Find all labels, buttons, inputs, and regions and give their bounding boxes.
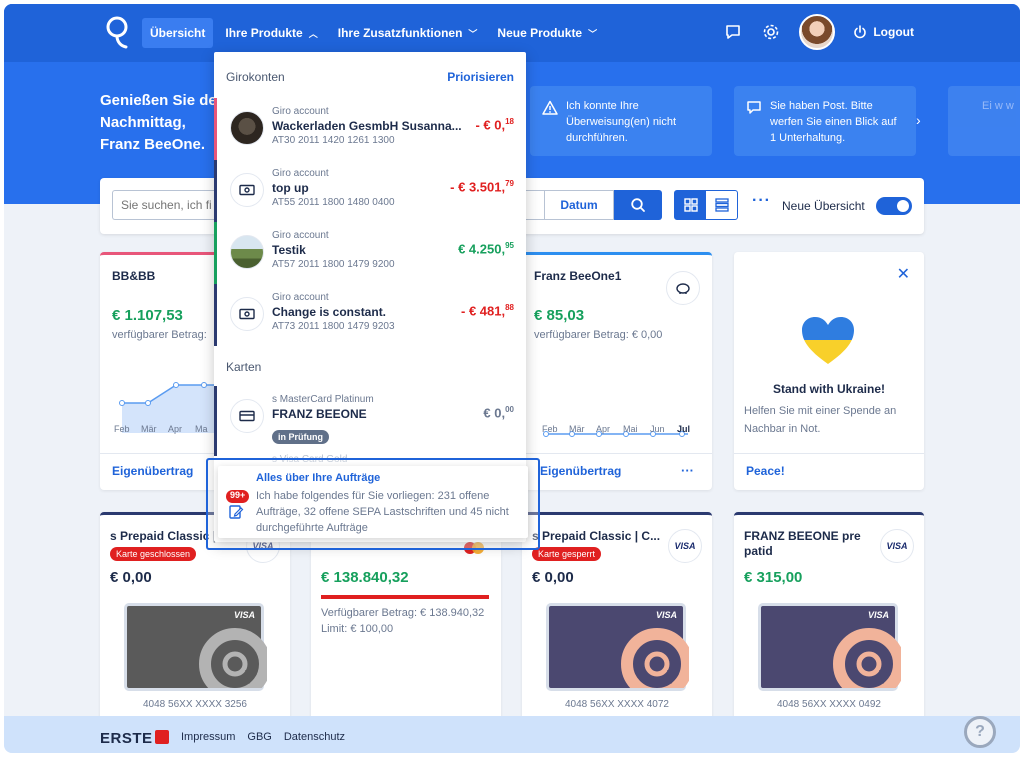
search-icon: [631, 198, 645, 212]
chat-icon: [747, 101, 761, 114]
credit-card-icon: [230, 399, 264, 433]
account-avatar: [230, 235, 264, 269]
account-item[interactable]: Giro account top up AT55 2011 1800 1480 …: [214, 160, 526, 222]
footer-link-gbg[interactable]: GBG: [247, 731, 271, 743]
grid-view-button[interactable]: [675, 191, 706, 219]
card-image: VISA: [124, 603, 267, 691]
chevron-up-icon: ︿: [308, 28, 318, 39]
main-nav: Übersicht Ihre Produkte ︿ Ihre Zusatzfunk…: [142, 18, 605, 48]
grid-icon: [683, 198, 698, 212]
notice-mail[interactable]: Sie haben Post. Bitte werfen Sie einen B…: [734, 86, 916, 156]
piggy-bank-icon: [666, 271, 700, 305]
footer: ERSTE Impressum GBG Datenschutz ?: [4, 716, 1020, 753]
chart-months: Feb Mär Apr Ma: [114, 424, 208, 434]
status-badge: in Prüfung: [272, 430, 329, 444]
footer-link-privacy[interactable]: Datenschutz: [284, 731, 345, 743]
peace-link[interactable]: Peace!: [746, 464, 785, 478]
transfer-link[interactable]: Eigenübertrag: [540, 464, 621, 478]
greeting: Genießen Sie de Nachmittag, Franz BeeOne…: [100, 92, 217, 153]
notice-transfer-failed[interactable]: Ich konnte Ihre Überweisung(en) nicht du…: [530, 86, 712, 156]
power-icon: [854, 25, 867, 39]
date-filter-button[interactable]: Datum: [544, 190, 614, 220]
top-right-actions: Logout: [723, 14, 914, 50]
list-icon: [714, 198, 729, 212]
status-badge: Karte gesperrt: [532, 547, 602, 561]
account-card-franz[interactable]: Franz BeeOne1 € 85,03 verfügbarer Betrag…: [522, 252, 712, 490]
chevron-down-icon: ﹀: [468, 28, 478, 39]
limit-bar: [321, 595, 489, 599]
divider: [522, 453, 712, 454]
prioritize-link[interactable]: Priorisieren: [447, 70, 514, 84]
help-icon[interactable]: ?: [964, 716, 996, 748]
search-button[interactable]: [614, 190, 662, 220]
chart-months: Feb Mär Apr Mai Jun Jul: [542, 424, 691, 434]
orders-tooltip-highlight: 99+ Alles über Ihre Aufträge Ich habe fo…: [206, 458, 540, 550]
app-frame: Übersicht Ihre Produkte ︿ Ihre Zusatzfunk…: [4, 4, 1020, 753]
divider: [734, 453, 924, 454]
new-overview-toggle[interactable]: [876, 197, 912, 215]
warning-icon: [542, 100, 558, 115]
list-view-button[interactable]: [706, 191, 737, 219]
account-item[interactable]: Giro account Change is constant. AT73 20…: [214, 284, 526, 346]
erste-card-logo-icon: [199, 628, 267, 688]
transfer-link[interactable]: Eigenübertrag: [112, 464, 193, 478]
more-options-icon[interactable]: ···: [752, 192, 771, 210]
chat-icon[interactable]: [723, 22, 743, 42]
visa-icon: VISA: [880, 529, 914, 563]
erste-s-icon: [154, 730, 169, 744]
edit-document-icon: [229, 505, 244, 519]
nav-products[interactable]: Ihre Produkte ︿: [217, 18, 325, 48]
avatar[interactable]: [799, 14, 836, 50]
erste-card-logo-icon: [621, 628, 689, 688]
visa-icon: VISA: [668, 529, 702, 563]
card-item[interactable]: s MasterCard Platinum FRANZ BEEONE in Pr…: [214, 386, 526, 456]
nav-extra-functions[interactable]: Ihre Zusatzfunktionen ﹀: [330, 18, 486, 48]
logout-button[interactable]: Logout: [853, 25, 914, 39]
notice-faded: Ei w w: [948, 86, 1020, 156]
erste-card-logo-icon: [833, 628, 901, 688]
card-image: VISA: [758, 603, 901, 691]
nav-new-products[interactable]: Neue Produkte ﹀: [489, 18, 605, 48]
prepaid-card-2[interactable]: s Prepaid Classic | C... VISA Karte gesp…: [522, 512, 712, 722]
account-avatar: [230, 111, 264, 145]
account-item[interactable]: Giro account Wackerladen GesmbH Susanna.…: [214, 98, 526, 160]
count-badge: 99+: [226, 490, 250, 503]
status-badge: Karte geschlossen: [110, 547, 197, 561]
close-icon[interactable]: ✕: [897, 264, 910, 284]
more-options-icon[interactable]: ···: [681, 463, 694, 478]
footer-links: Impressum GBG Datenschutz: [181, 731, 345, 743]
erste-logo[interactable]: ERSTE: [100, 730, 169, 747]
new-overview-label: Neue Übersicht: [782, 199, 865, 213]
cash-icon: [230, 173, 264, 207]
chevron-down-icon: ﹀: [588, 28, 598, 39]
chevron-right-icon[interactable]: ›: [916, 112, 921, 128]
heart-icon: [802, 317, 854, 364]
ukraine-card[interactable]: ✕ Stand with Ukraine! Helfen Sie mit ein…: [734, 252, 924, 490]
prepaid-card-3[interactable]: FRANZ BEEONE pre patid VISA € 315,00 VIS…: [734, 512, 924, 722]
nav-overview[interactable]: Übersicht: [142, 18, 214, 48]
view-toggle: [674, 190, 738, 220]
orders-notification[interactable]: 99+ Alles über Ihre Aufträge Ich habe fo…: [218, 466, 528, 538]
gear-icon[interactable]: [761, 22, 781, 42]
account-item[interactable]: Giro account Testik AT57 2011 1800 1479 …: [214, 222, 526, 284]
search-input[interactable]: [112, 190, 222, 220]
logo-icon[interactable]: [104, 16, 130, 50]
card-image: VISA: [546, 603, 689, 691]
cash-icon: [230, 297, 264, 331]
footer-link-impressum[interactable]: Impressum: [181, 731, 235, 743]
